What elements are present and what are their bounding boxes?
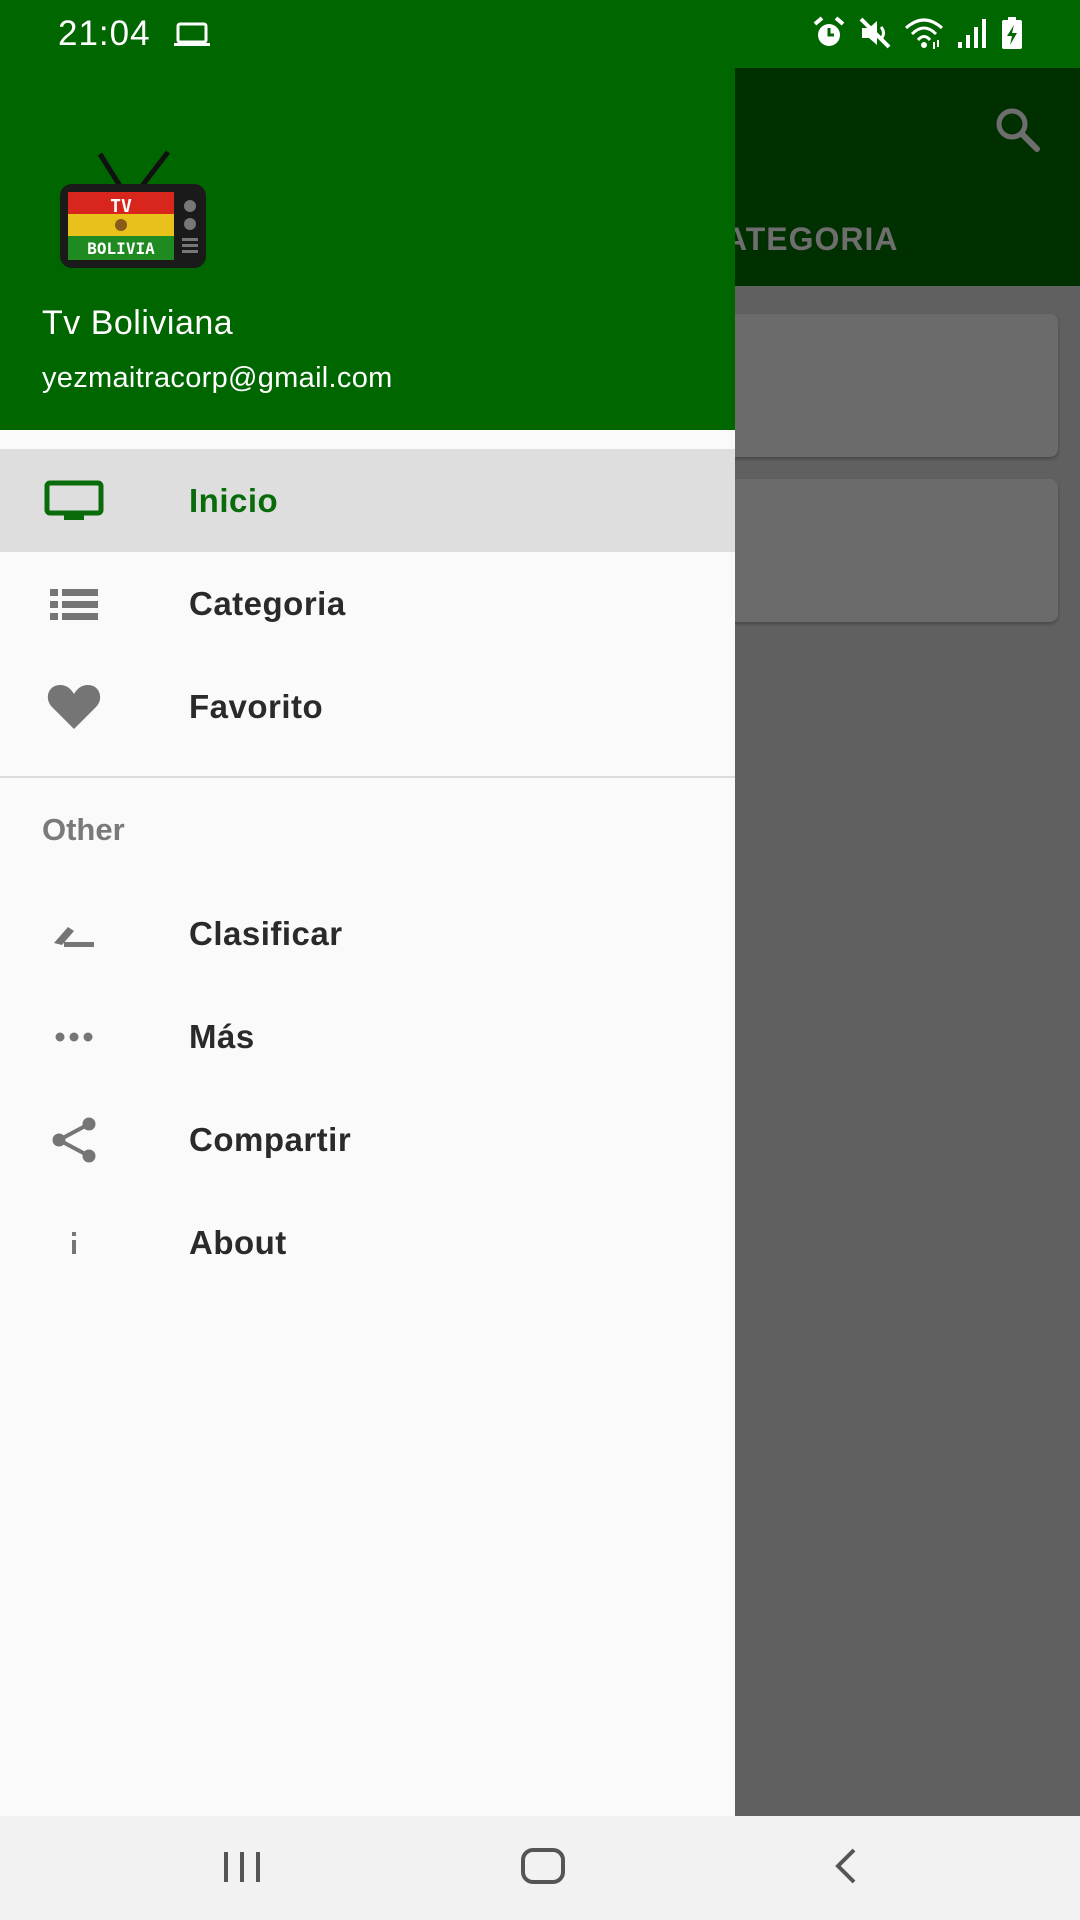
tv-icon [42, 469, 106, 533]
battery-charging-icon [1000, 16, 1024, 50]
drawer-item-label: Compartir [189, 1120, 352, 1158]
drawer-item-label: About [189, 1223, 287, 1261]
list-icon [42, 572, 106, 636]
wifi-icon [904, 16, 944, 50]
drawer-item-inicio[interactable]: Inicio [0, 449, 735, 552]
share-icon [42, 1108, 106, 1172]
drawer-item-label: Clasificar [189, 914, 343, 952]
rate-icon [42, 902, 106, 966]
status-time: 21:04 [58, 14, 151, 53]
list-item[interactable] [720, 479, 1058, 622]
status-icons [812, 16, 1024, 50]
drawer-item-label: Inicio [189, 481, 279, 519]
drawer-item-label: Más [189, 1017, 255, 1055]
recents-icon[interactable] [220, 1846, 264, 1891]
tab-categoria[interactable]: ATEGORIA [724, 221, 899, 258]
heart-icon [42, 675, 106, 739]
drawer-header: TV BOLIVIA Tv Boliviana yezmaitracorp@gm… [0, 68, 735, 430]
logo-text-bolivia: BOLIVIA [87, 239, 155, 258]
drawer-item-mas[interactable]: Más [0, 985, 735, 1088]
drawer-item-label: Categoria [189, 584, 346, 622]
search-icon[interactable] [992, 104, 1042, 159]
info-icon [42, 1211, 106, 1275]
drawer-item-label: Favorito [189, 687, 324, 725]
drawer-divider [0, 776, 735, 778]
app-logo: TV BOLIVIA [58, 150, 208, 270]
drawer-title: Tv Boliviana [42, 304, 234, 342]
status-bar: 21:04 [0, 0, 1080, 68]
drawer-email: yezmaitracorp@gmail.com [42, 362, 393, 394]
drawer-item-categoria[interactable]: Categoria [0, 552, 735, 655]
section-header-other: Other [42, 812, 125, 847]
signal-icon [956, 16, 988, 50]
home-icon[interactable] [520, 1846, 566, 1891]
logo-text-tv: TV [110, 196, 132, 217]
back-icon[interactable] [828, 1846, 864, 1891]
alarm-icon [812, 16, 846, 50]
list-item[interactable] [720, 314, 1058, 457]
more-icon [42, 1005, 106, 1069]
system-nav-bar [0, 1816, 1080, 1920]
mute-icon [858, 16, 892, 50]
drawer-item-favorito[interactable]: Favorito [0, 655, 735, 758]
drawer-item-clasificar[interactable]: Clasificar [0, 882, 735, 985]
drawer-item-compartir[interactable]: Compartir [0, 1088, 735, 1191]
drawer-item-about[interactable]: About [0, 1191, 735, 1294]
navigation-drawer: TV BOLIVIA Tv Boliviana yezmaitracorp@gm… [0, 68, 735, 1816]
laptop-icon [173, 22, 211, 53]
